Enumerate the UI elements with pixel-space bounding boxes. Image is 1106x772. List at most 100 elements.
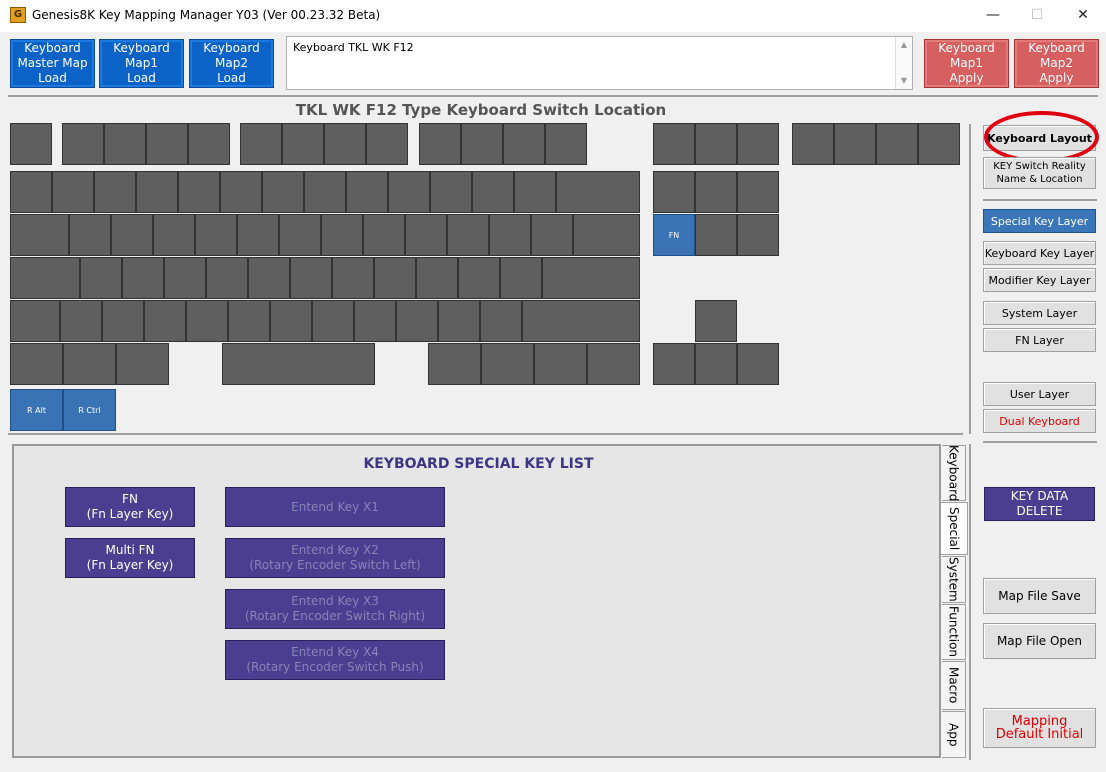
keyboard-switch-key[interactable] [279,214,321,256]
tab-special[interactable]: Special [941,502,968,555]
maximize-icon[interactable]: ☐ [1023,4,1051,26]
multi-fn-key-item[interactable]: Multi FN (Fn Layer Key) [65,538,195,578]
keyboard-switch-key[interactable] [10,343,63,385]
mapping-default-initial-button[interactable]: Mapping Default Initial [983,708,1096,748]
keyboard-switch-key[interactable] [290,257,332,299]
keyboard-switch-key[interactable] [60,300,102,342]
keyboard-switch-key[interactable] [63,343,116,385]
keyboard-switch-key[interactable] [153,214,195,256]
keyboard-switch-key[interactable] [10,171,52,213]
keyboard-switch-key[interactable] [419,123,461,165]
keyboard-switch-key[interactable] [374,257,416,299]
special-key-layer-button[interactable]: Special Key Layer [983,209,1096,233]
tab-function[interactable]: Function [942,604,966,660]
keyboard-switch-key[interactable] [737,171,779,213]
r-ctrl-key[interactable]: R Ctrl [63,389,116,431]
keyboard-switch-key[interactable] [587,343,640,385]
keyboard-switch-key[interactable] [321,214,363,256]
keyboard-switch-key[interactable] [188,123,230,165]
keyboard-switch-key[interactable] [461,123,503,165]
keyboard-switch-key[interactable] [69,214,111,256]
keyboard-switch-key[interactable] [282,123,324,165]
keyboard-switch-key[interactable] [94,171,136,213]
keyboard-switch-key[interactable] [354,300,396,342]
dual-keyboard-button[interactable]: Dual Keyboard [983,409,1096,433]
keyboard-switch-key[interactable] [366,123,408,165]
keyboard-switch-key[interactable] [480,300,522,342]
keyboard-switch-key[interactable] [10,214,69,256]
keyboard-switch-key[interactable] [10,123,52,165]
keyboard-switch-key[interactable] [556,171,640,213]
keyboard-switch-key[interactable] [237,214,279,256]
keyboard-switch-key[interactable] [542,257,640,299]
keyboard-switch-key[interactable] [222,343,375,385]
keyboard-switch-key[interactable] [695,300,737,342]
keyboard-switch-key[interactable] [363,214,405,256]
keyboard-switch-key[interactable] [737,343,779,385]
keyboard-switch-key[interactable] [144,300,186,342]
keyboard-switch-key[interactable] [270,300,312,342]
keyboard-switch-key[interactable] [324,123,366,165]
keyboard-switch-key[interactable] [428,343,481,385]
keyboard-switch-key[interactable] [876,123,918,165]
keyboard-switch-key[interactable] [262,171,304,213]
user-layer-button[interactable]: User Layer [983,382,1096,406]
keyboard-switch-key[interactable] [178,171,220,213]
keyboard-switch-key[interactable] [240,123,282,165]
keyboard-switch-key[interactable] [206,257,248,299]
keyboard-switch-key[interactable] [545,123,587,165]
keyboard-switch-key[interactable] [248,257,290,299]
keyboard-switch-key[interactable] [489,214,531,256]
keyboard-switch-key[interactable] [918,123,960,165]
keyboard-switch-key[interactable] [136,171,178,213]
extend-key-x4-item[interactable]: Entend Key X4 (Rotary Encoder Switch Pus… [225,640,445,680]
extend-key-x1-item[interactable]: Entend Key X1 [225,487,445,527]
map2-apply-button[interactable]: Keyboard Map2 Apply [1014,39,1099,88]
keyboard-switch-key[interactable] [186,300,228,342]
keyboard-switch-key[interactable] [10,257,80,299]
keyboard-switch-key[interactable] [695,171,737,213]
keyboard-switch-key[interactable] [116,343,169,385]
keyboard-switch-key[interactable] [500,257,542,299]
fn-key-item[interactable]: FN (Fn Layer Key) [65,487,195,527]
keyboard-switch-key[interactable] [220,171,262,213]
keyboard-key-layer-button[interactable]: Keyboard Key Layer [983,241,1096,265]
system-layer-button[interactable]: System Layer [983,301,1096,325]
keyboard-switch-key[interactable] [80,257,122,299]
extend-key-x3-item[interactable]: Entend Key X3 (Rotary Encoder Switch Rig… [225,589,445,629]
keyboard-switch-key[interactable] [438,300,480,342]
r-alt-key[interactable]: R Alt [10,389,63,431]
keyboard-switch-key[interactable] [122,257,164,299]
keyboard-switch-key[interactable] [695,123,737,165]
extend-key-x2-item[interactable]: Entend Key X2 (Rotary Encoder Switch Lef… [225,538,445,578]
keyboard-switch-key[interactable] [514,171,556,213]
keyboard-switch-key[interactable] [737,123,779,165]
tab-macro[interactable]: Macro [942,661,966,710]
keyboard-switch-key[interactable] [695,343,737,385]
keyboard-switch-key[interactable] [447,214,489,256]
keyboard-switch-key[interactable] [396,300,438,342]
fn-layer-button[interactable]: FN Layer [983,328,1096,352]
keyboard-switch-key[interactable] [346,171,388,213]
tab-system[interactable]: System [942,556,966,603]
keyboard-switch-key[interactable] [405,214,447,256]
tab-app[interactable]: App [942,711,966,758]
key-data-delete-button[interactable]: KEY DATA DELETE [984,487,1095,521]
tab-keyboard[interactable]: Keyboard [942,445,966,501]
keyboard-switch-key[interactable] [458,257,500,299]
minimize-icon[interactable]: — [979,4,1007,26]
keyboard-switch-key[interactable] [573,214,640,256]
keyboard-switch-key[interactable] [312,300,354,342]
keyboard-switch-key[interactable] [481,343,534,385]
keyboard-switch-key[interactable] [430,171,472,213]
keyboard-switch-key[interactable] [653,171,695,213]
map-file-open-button[interactable]: Map File Open [983,623,1096,659]
keyboard-switch-key[interactable] [534,343,587,385]
keyboard-switch-key[interactable] [10,300,60,342]
fn-key[interactable]: FN [653,214,695,256]
keyboard-switch-key[interactable] [146,123,188,165]
keyboard-switch-key[interactable] [164,257,206,299]
keyboard-switch-key[interactable] [228,300,270,342]
keyboard-switch-key[interactable] [304,171,346,213]
map-file-save-button[interactable]: Map File Save [983,578,1096,614]
